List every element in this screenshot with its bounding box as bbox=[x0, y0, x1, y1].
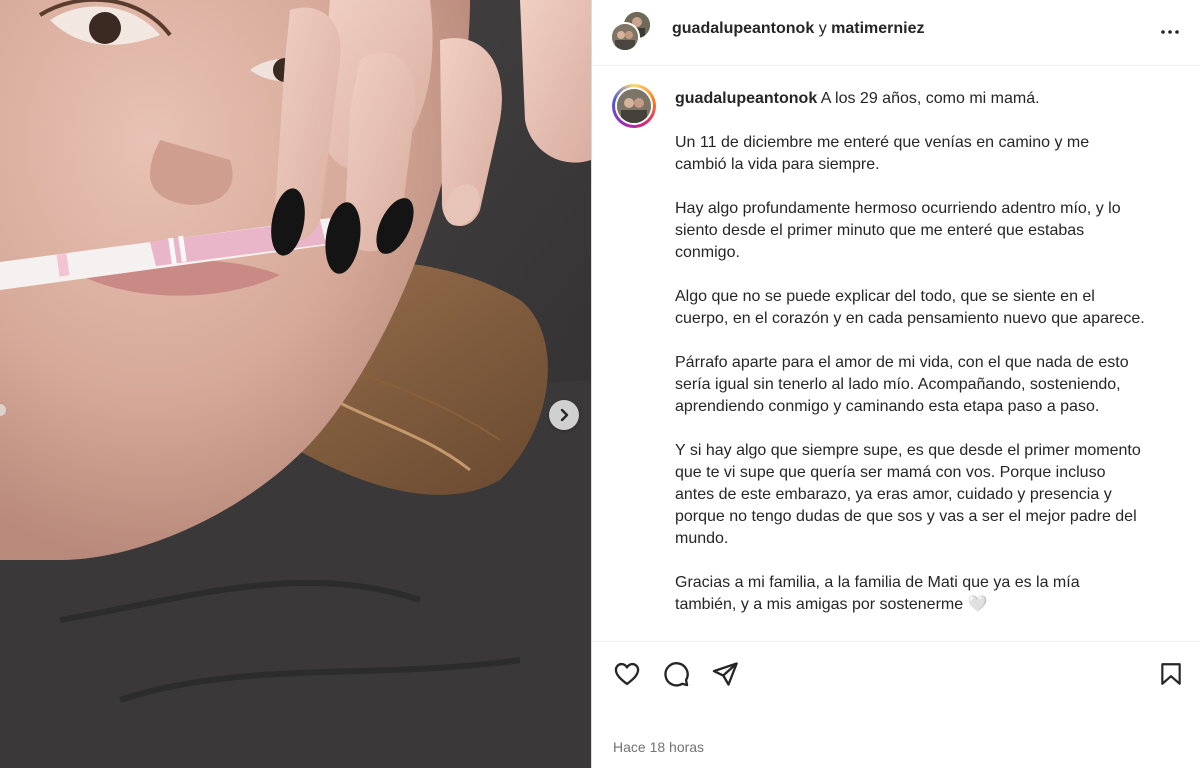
like-button[interactable] bbox=[611, 658, 643, 690]
caption-author-avatar[interactable] bbox=[612, 84, 656, 128]
post-photo bbox=[0, 0, 591, 768]
next-slide-button[interactable] bbox=[549, 400, 579, 430]
chevron-right-icon bbox=[560, 408, 569, 422]
caption-paragraph: Hay algo profundamente hermoso ocurriend… bbox=[675, 200, 1121, 261]
save-button[interactable] bbox=[1155, 658, 1187, 690]
more-options-button[interactable] bbox=[1156, 18, 1184, 46]
caption-paragraph: Párrafo aparte para el amor de mi vida, … bbox=[675, 354, 1129, 415]
coauthor-username-link[interactable]: matimerniez bbox=[831, 20, 924, 37]
collab-avatars[interactable] bbox=[610, 10, 652, 52]
comment-icon bbox=[664, 662, 689, 687]
post-details-panel: guadalupeantonok y matimerniez guadalupe… bbox=[592, 0, 1200, 768]
share-button[interactable] bbox=[709, 658, 741, 690]
caption-author-link[interactable]: guadalupeantonok bbox=[675, 90, 817, 107]
post-header: guadalupeantonok y matimerniez bbox=[592, 0, 1200, 66]
caption-first-line: A los 29 años, como mi mamá. bbox=[820, 90, 1040, 107]
post-media[interactable] bbox=[0, 0, 591, 768]
caption-paragraph: Algo que no se puede explicar del todo, … bbox=[675, 288, 1145, 327]
post-timestamp[interactable]: Hace 18 horas bbox=[613, 739, 704, 755]
caption-paragraph: Un 11 de diciembre me enteré que venías … bbox=[675, 134, 1090, 173]
comment-button[interactable] bbox=[660, 658, 692, 690]
send-icon bbox=[712, 662, 738, 686]
caption-paragraph: Gracias a mi familia, a la familia de Ma… bbox=[675, 574, 1080, 613]
author-username-link[interactable]: guadalupeantonok bbox=[672, 20, 814, 37]
heart-icon bbox=[614, 662, 640, 686]
avatar[interactable] bbox=[610, 22, 640, 52]
caption-paragraph: Y si hay algo que siempre supe, es que d… bbox=[675, 442, 1141, 547]
caption-text: guadalupeantonok A los 29 años, como mi … bbox=[675, 88, 1145, 638]
bookmark-icon bbox=[1161, 663, 1181, 685]
post-actions: Hace 18 horas bbox=[592, 641, 1200, 768]
post-authors: guadalupeantonok y matimerniez bbox=[672, 20, 925, 38]
more-horizontal-icon bbox=[1161, 30, 1179, 34]
caption-section: guadalupeantonok A los 29 años, como mi … bbox=[592, 66, 1200, 641]
authors-connector: y bbox=[818, 20, 827, 37]
